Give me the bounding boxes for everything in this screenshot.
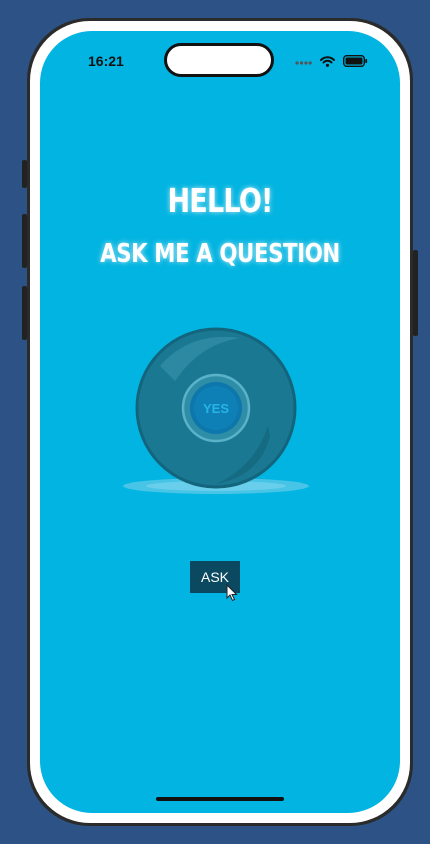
battery-icon	[342, 54, 368, 72]
signal-icon	[295, 54, 312, 72]
mouse-cursor-icon	[226, 584, 238, 602]
volume-up-button	[22, 214, 27, 268]
status-bar: 16:21	[40, 31, 400, 85]
app-screen: 16:21 HELLO! ASK ME A QUESTION YES ASK	[40, 31, 400, 813]
volume-down-button	[22, 286, 27, 340]
status-time: 16:21	[88, 53, 124, 69]
wifi-icon	[320, 54, 335, 72]
answer-text: YES	[203, 401, 229, 416]
magic-8-ball[interactable]: YES	[120, 326, 314, 501]
power-button	[413, 250, 418, 336]
greeting-title: HELLO!	[167, 181, 273, 220]
prompt-title: ASK ME A QUESTION	[100, 239, 340, 269]
mute-switch	[22, 160, 27, 188]
status-icons	[295, 54, 368, 72]
home-indicator[interactable]	[156, 797, 284, 801]
dynamic-island	[164, 43, 274, 77]
